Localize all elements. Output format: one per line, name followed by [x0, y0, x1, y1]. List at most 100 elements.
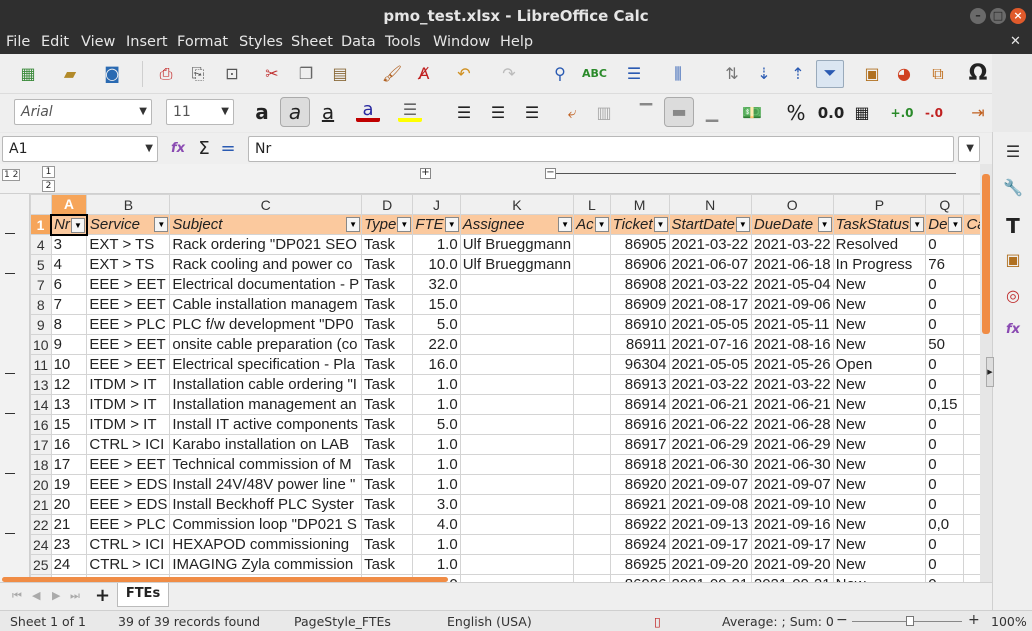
new-spreadsheet-icon[interactable]: ▦ [16, 62, 40, 86]
cell-assignee[interactable] [459, 474, 575, 495]
header-cell-nr[interactable]: Nr ▼ [50, 213, 88, 236]
cell-ca[interactable] [963, 274, 980, 295]
percent-format-icon[interactable]: % [784, 101, 808, 125]
cell-assignee[interactable] [459, 414, 575, 435]
cell-subject[interactable]: Electrical specification - Pla [169, 354, 363, 375]
cell-assignee[interactable] [459, 394, 575, 415]
cell-type[interactable]: Task [361, 414, 414, 435]
cell-assignee[interactable] [459, 534, 575, 555]
highlight-color-icon[interactable]: ☰ [398, 98, 422, 122]
cell-ac[interactable] [573, 574, 611, 582]
cell-subject[interactable]: Cable installation managem [169, 294, 363, 315]
cell-assignee[interactable] [459, 294, 575, 315]
dropdown-arrow-icon[interactable]: ▼ [221, 100, 229, 124]
cell-duedate[interactable]: 2021-09-20 [750, 554, 834, 575]
cell-nr[interactable]: 7 [50, 294, 88, 315]
add-decimal-icon[interactable]: +.0 [890, 101, 914, 125]
formula-icon[interactable]: = [216, 137, 240, 161]
cell-ca[interactable] [963, 454, 980, 475]
cell-taskstatus[interactable]: New [832, 574, 927, 582]
date-format-icon[interactable]: ▦ [850, 101, 874, 125]
cell-de[interactable]: 0 [925, 374, 965, 395]
cell-ticket[interactable]: 86917 [609, 434, 670, 455]
cell-ticket[interactable]: 86909 [609, 294, 670, 315]
function-wizard-icon[interactable]: fx [166, 137, 190, 161]
scrollbar-thumb[interactable] [982, 174, 990, 334]
cell-duedate[interactable]: 2021-05-04 [750, 274, 834, 295]
cell-type[interactable]: Task [361, 494, 414, 515]
cell-de[interactable]: 0 [925, 534, 965, 555]
cell-assignee[interactable] [459, 274, 575, 295]
cell-subject[interactable]: Rack cooling and power co [169, 254, 363, 275]
cell-assignee[interactable] [459, 574, 575, 582]
spelling-icon[interactable]: ABC [582, 62, 607, 86]
font-size-box[interactable]: 11 ▼ [166, 99, 234, 125]
column-header[interactable]: Q [925, 194, 965, 215]
styles-icon[interactable]: T [1001, 214, 1025, 238]
autofilter-dropdown-icon[interactable]: ▼ [346, 217, 361, 232]
cell-startdate[interactable]: 2021-09-08 [668, 494, 752, 515]
menu-help[interactable]: Help [500, 34, 533, 50]
clone-formatting-icon[interactable]: 🖌 [380, 62, 404, 86]
cell-de[interactable]: 0 [925, 454, 965, 475]
save-icon[interactable]: ◙ [100, 62, 124, 86]
column-header[interactable]: O [750, 194, 834, 215]
number-format-icon[interactable]: 0.0 [816, 101, 846, 125]
outline-level-1-button[interactable]: 1 [42, 166, 55, 178]
cell-service[interactable]: EEE > EET [86, 454, 171, 475]
cell-subject[interactable]: Karabo installation on LAB [169, 434, 363, 455]
cell-service[interactable]: ITDM > IT [86, 374, 171, 395]
cell-fte[interactable]: 1.0 [412, 554, 461, 575]
cell-ticket[interactable]: 86905 [609, 234, 670, 255]
column-header[interactable]: C [169, 194, 363, 215]
cell-taskstatus[interactable]: Open [832, 354, 927, 375]
cell-assignee[interactable] [459, 454, 575, 475]
cell-fte[interactable]: 10.0 [412, 254, 461, 275]
cell-nr[interactable]: 17 [50, 454, 88, 475]
cell-nr[interactable]: 15 [50, 414, 88, 435]
sidebar-menu-icon[interactable]: ☰ [1001, 140, 1025, 164]
cell-de[interactable]: 0 [925, 434, 965, 455]
cut-icon[interactable]: ✂ [260, 62, 284, 86]
cell-assignee[interactable]: Ulf Brueggmann [459, 254, 575, 275]
sort-ascending-icon[interactable]: ⇣ [752, 62, 776, 86]
cell-taskstatus[interactable]: New [832, 394, 927, 415]
autofilter-dropdown-icon[interactable]: ▼ [558, 217, 573, 232]
header-cell-de[interactable]: De ▼ [925, 214, 965, 235]
cell-ac[interactable] [573, 274, 611, 295]
cell-de[interactable]: 0 [925, 274, 965, 295]
cell-duedate[interactable]: 2021-06-29 [750, 434, 834, 455]
cell-startdate[interactable]: 2021-09-13 [668, 514, 752, 535]
cell-startdate[interactable]: 2021-09-17 [668, 534, 752, 555]
menu-data[interactable]: Data [341, 34, 376, 50]
cell-ac[interactable] [573, 394, 611, 415]
cell-fte[interactable]: 1.0 [412, 534, 461, 555]
cell-duedate[interactable]: 2021-09-17 [750, 534, 834, 555]
menu-file[interactable]: File [6, 34, 30, 50]
header-cell-startdate[interactable]: StartDate ▼ [668, 214, 752, 235]
row-header[interactable]: 1 [30, 214, 52, 235]
header-cell-service[interactable]: Service ▼ [86, 214, 171, 235]
row-header[interactable]: 14 [30, 394, 52, 415]
cell-ticket[interactable]: 86920 [609, 474, 670, 495]
row-header[interactable]: 24 [30, 534, 52, 555]
autofilter-dropdown-icon[interactable]: ▼ [154, 217, 169, 232]
cell-de[interactable]: 0 [925, 314, 965, 335]
zoom-slider-thumb[interactable] [906, 616, 914, 626]
cell-taskstatus[interactable]: Resolved [832, 234, 927, 255]
delete-decimal-icon[interactable]: -.0 [922, 101, 946, 125]
cell-ca[interactable] [963, 394, 980, 415]
cell-assignee[interactable] [459, 494, 575, 515]
cell-de[interactable]: 0 [925, 474, 965, 495]
cell-fte[interactable]: 1.0 [412, 474, 461, 495]
cell-nr[interactable]: 24 [50, 554, 88, 575]
autofilter-dropdown-icon[interactable]: ▼ [910, 217, 925, 232]
header-cell-fte[interactable]: FTE ▼ [412, 214, 461, 235]
cell-ac[interactable] [573, 514, 611, 535]
clear-formatting-icon[interactable]: A̸ [412, 62, 436, 86]
cell-de[interactable]: 0 [925, 234, 965, 255]
cell-assignee[interactable] [459, 514, 575, 535]
cell-type[interactable]: Task [361, 434, 414, 455]
row-header[interactable]: 9 [30, 314, 52, 335]
row-header[interactable]: 18 [30, 454, 52, 475]
